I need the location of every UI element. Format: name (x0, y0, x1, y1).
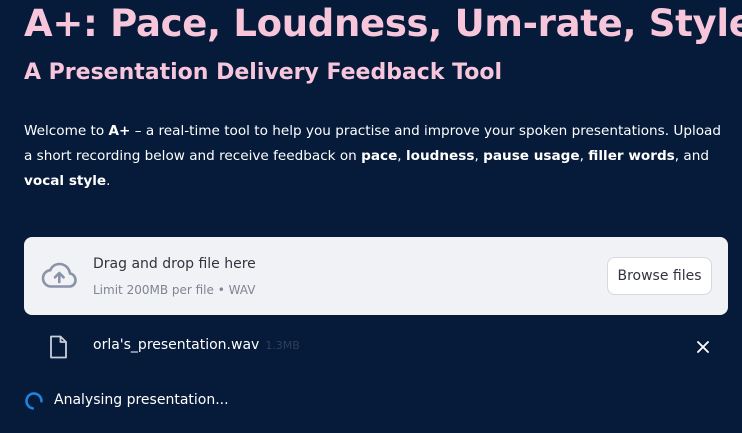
status-text: Analysing presentation... (54, 392, 229, 408)
intro-separator: , (474, 148, 484, 164)
browse-files-button[interactable]: Browse files (607, 257, 712, 295)
intro-paragraph: Welcome to A+ – a real-time tool to help… (24, 119, 724, 194)
intro-keyword-vocal-style: vocal style (24, 173, 107, 189)
close-icon[interactable] (694, 338, 712, 356)
file-icon (50, 335, 67, 359)
file-name: orla's_presentation.wav (93, 337, 260, 353)
file-name-wrapper: orla's_presentation.wav 1.3MB (93, 337, 300, 353)
file-size: 1.3MB (265, 339, 300, 352)
analysis-status: Analysing presentation... (24, 389, 424, 413)
dropzone-title: Drag and drop file here (93, 256, 256, 272)
intro-separator: , and (674, 148, 709, 164)
intro-keyword-pace: pace (361, 148, 398, 164)
intro-keyword-filler-words: filler words (588, 148, 675, 164)
dropzone-limits: Limit 200MB per file • WAV (93, 283, 256, 297)
cloud-upload-icon (41, 262, 77, 288)
intro-brand: A+ (108, 123, 131, 139)
intro-end: . (106, 173, 111, 189)
uploaded-file-row: orla's_presentation.wav 1.3MB (24, 330, 728, 364)
intro-separator: , (397, 148, 406, 164)
page-subtitle: A Presentation Delivery Feedback Tool (24, 60, 502, 85)
file-dropzone[interactable]: Drag and drop file here Limit 200MB per … (24, 237, 728, 315)
page-title: A+: Pace, Loudness, Um-rate, Style (24, 2, 742, 45)
intro-keyword-pause-usage: pause usage (483, 148, 580, 164)
intro-text: Welcome to (24, 123, 109, 139)
intro-keyword-loudness: loudness (405, 148, 475, 164)
intro-separator: , (579, 148, 589, 164)
spinner-icon (25, 392, 43, 410)
